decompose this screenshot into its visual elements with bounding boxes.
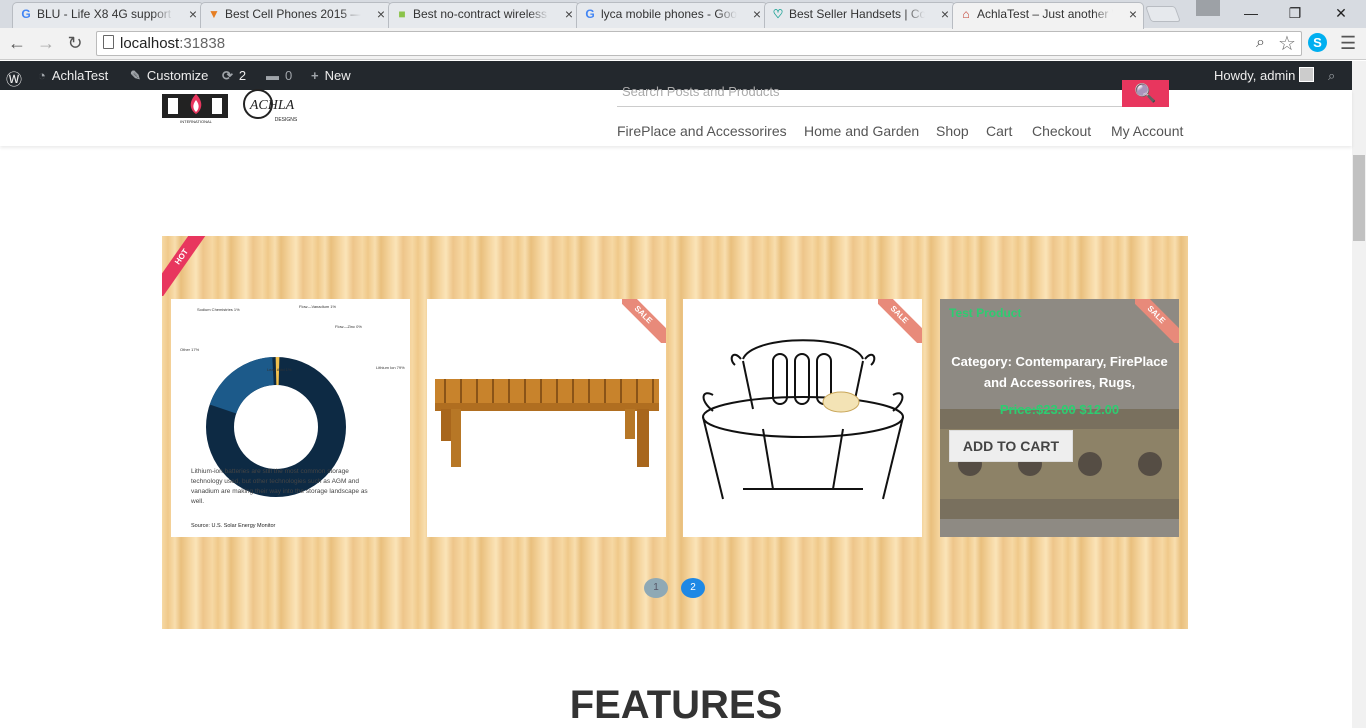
skype-icon[interactable]: S bbox=[1308, 33, 1327, 52]
close-window-button[interactable]: ✕ bbox=[1318, 0, 1364, 28]
svg-text:Flow—Vanadium 1%: Flow—Vanadium 1% bbox=[299, 304, 336, 309]
avatar[interactable] bbox=[1299, 67, 1314, 82]
menu-icon[interactable]: ☰ bbox=[1340, 33, 1356, 54]
svg-text:Source: U.S. Solar Energy Moni: Source: U.S. Solar Energy Monitor bbox=[191, 523, 276, 529]
restore-button[interactable]: ❐ bbox=[1272, 0, 1318, 28]
svg-text:INTERNATIONAL: INTERNATIONAL bbox=[180, 119, 212, 124]
page-icon bbox=[103, 35, 114, 49]
updates-icon: ⟳ bbox=[222, 68, 233, 83]
site-name-link[interactable]: ◔ AchlaTest bbox=[38, 68, 108, 83]
achla-icon: ⌂ bbox=[962, 7, 970, 21]
product-card[interactable]: SALE bbox=[683, 299, 922, 537]
comments-link[interactable]: ▬ 0 bbox=[266, 68, 292, 83]
old-price: $23.00 bbox=[1035, 402, 1076, 417]
svg-text:Lithium Ion 79%: Lithium Ion 79% bbox=[376, 365, 405, 370]
browser-tab[interactable]: G lyca mobile phones - Goo × bbox=[576, 2, 768, 28]
hot-badge: HOT bbox=[162, 236, 212, 296]
close-tab-icon[interactable]: × bbox=[753, 3, 761, 25]
product-price: Price:$23.00 $12.00 bbox=[999, 402, 1120, 417]
search-button[interactable]: 🔍 bbox=[1122, 80, 1169, 107]
menu-item-my-account[interactable]: My Account bbox=[1111, 123, 1183, 139]
google-icon: G bbox=[21, 7, 31, 21]
svg-text:DESIGNS: DESIGNS bbox=[275, 117, 298, 123]
zoom-icon[interactable]: ⌕ bbox=[1256, 34, 1265, 52]
brush-icon: ✎ bbox=[130, 68, 141, 83]
svg-text:Sodium Chemistries 1%: Sodium Chemistries 1% bbox=[197, 307, 240, 312]
dashboard-icon: ◔ bbox=[38, 68, 46, 83]
chat-icon: ■ bbox=[398, 7, 406, 21]
product-name-link[interactable]: Test Product bbox=[949, 306, 1021, 320]
scrollbar-thumb[interactable] bbox=[1353, 155, 1365, 241]
product-categories: Category: Contemparary, FirePlace and Ac… bbox=[951, 354, 1168, 390]
new-price: $12.00 bbox=[1079, 402, 1120, 417]
heart-icon: ♡ bbox=[772, 7, 784, 21]
reload-icon[interactable]: ↻ bbox=[64, 32, 86, 54]
new-content-link[interactable]: + New bbox=[311, 68, 351, 83]
back-icon[interactable]: ← bbox=[6, 32, 28, 54]
menu-item-home-garden[interactable]: Home and Garden bbox=[804, 123, 919, 139]
updates-link[interactable]: ⟳ 2 bbox=[222, 68, 246, 84]
admin-search-icon[interactable]: ⌕ bbox=[1328, 68, 1335, 84]
address-bar[interactable] bbox=[96, 31, 1302, 56]
close-tab-icon[interactable]: × bbox=[189, 3, 197, 25]
browser-tab[interactable]: ♡ Best Seller Handsets | Cor × bbox=[764, 2, 956, 28]
menu-item-checkout[interactable]: Checkout bbox=[1032, 123, 1091, 139]
browser-tab[interactable]: ▼ Best Cell Phones 2015 — × bbox=[200, 2, 392, 28]
close-tab-icon[interactable]: × bbox=[377, 3, 385, 25]
features-heading: FEATURES bbox=[569, 683, 783, 727]
slider-page-2-active[interactable]: 2 bbox=[681, 578, 705, 598]
add-to-cart-button[interactable]: ADD TO CART bbox=[949, 430, 1073, 462]
product-card[interactable]: SALE bbox=[427, 299, 666, 537]
forward-icon[interactable]: → bbox=[35, 32, 57, 54]
close-tab-icon[interactable]: × bbox=[1129, 3, 1137, 25]
search-input[interactable]: Search Posts and Products bbox=[617, 80, 1122, 107]
svg-text:Lead Acid 1%: Lead Acid 1% bbox=[267, 367, 292, 372]
sale-badge: SALE bbox=[1135, 299, 1179, 343]
battery-chart-image: Sodium Chemistries 1% Flow—Vanadium 1% F… bbox=[180, 304, 405, 529]
svg-text:Other 17%: Other 17% bbox=[180, 347, 200, 352]
profile-icon[interactable] bbox=[1196, 0, 1220, 16]
close-tab-icon[interactable]: × bbox=[941, 3, 949, 25]
svg-text:ACHLA: ACHLA bbox=[249, 98, 295, 113]
comment-icon: ▬ bbox=[266, 68, 279, 83]
bookmark-star-icon[interactable]: ☆ bbox=[1278, 31, 1296, 56]
wordpress-icon[interactable]: Ⓦ bbox=[6, 66, 22, 90]
plus-icon: + bbox=[311, 68, 319, 83]
account-menu[interactable]: Howdy, admin bbox=[1214, 68, 1295, 83]
product-card[interactable]: Sodium Chemistries 1% Flow—Vanadium 1% F… bbox=[171, 299, 410, 537]
new-tab-button[interactable] bbox=[1145, 6, 1181, 22]
svg-text:Flow—Zinc 0%: Flow—Zinc 0% bbox=[335, 324, 362, 329]
pizza-icon: ▼ bbox=[208, 7, 220, 21]
browser-tab[interactable]: G BLU - Life X8 4G support × bbox=[12, 2, 204, 28]
close-tab-icon[interactable]: × bbox=[565, 3, 573, 25]
sale-badge: SALE bbox=[622, 299, 666, 343]
menu-item-fireplace[interactable]: FirePlace and Accessorires bbox=[617, 123, 787, 139]
customize-link[interactable]: ✎ Customize bbox=[130, 68, 208, 84]
url-text[interactable]: localhost:31838 bbox=[120, 35, 225, 52]
logo-icon[interactable]: INTERNATIONAL bbox=[162, 88, 230, 124]
menu-item-shop[interactable]: Shop bbox=[936, 123, 969, 139]
google-icon: G bbox=[585, 7, 595, 21]
sale-badge: SALE bbox=[878, 299, 922, 343]
browser-tab[interactable]: ■ Best no-contract wireless × bbox=[388, 2, 580, 28]
product-card-hover[interactable]: Test Product Category: Contemparary, Fir… bbox=[940, 299, 1179, 537]
slider-page-1[interactable]: 1 bbox=[644, 578, 668, 598]
search-icon: 🔍 bbox=[1134, 83, 1157, 103]
minimize-button[interactable]: — bbox=[1228, 0, 1274, 28]
menu-item-cart[interactable]: Cart bbox=[986, 123, 1012, 139]
achla-logo-icon[interactable]: ACHLA DESIGNS bbox=[240, 86, 308, 124]
browser-tab-active[interactable]: ⌂ AchlaTest – Just another W × bbox=[952, 2, 1144, 29]
